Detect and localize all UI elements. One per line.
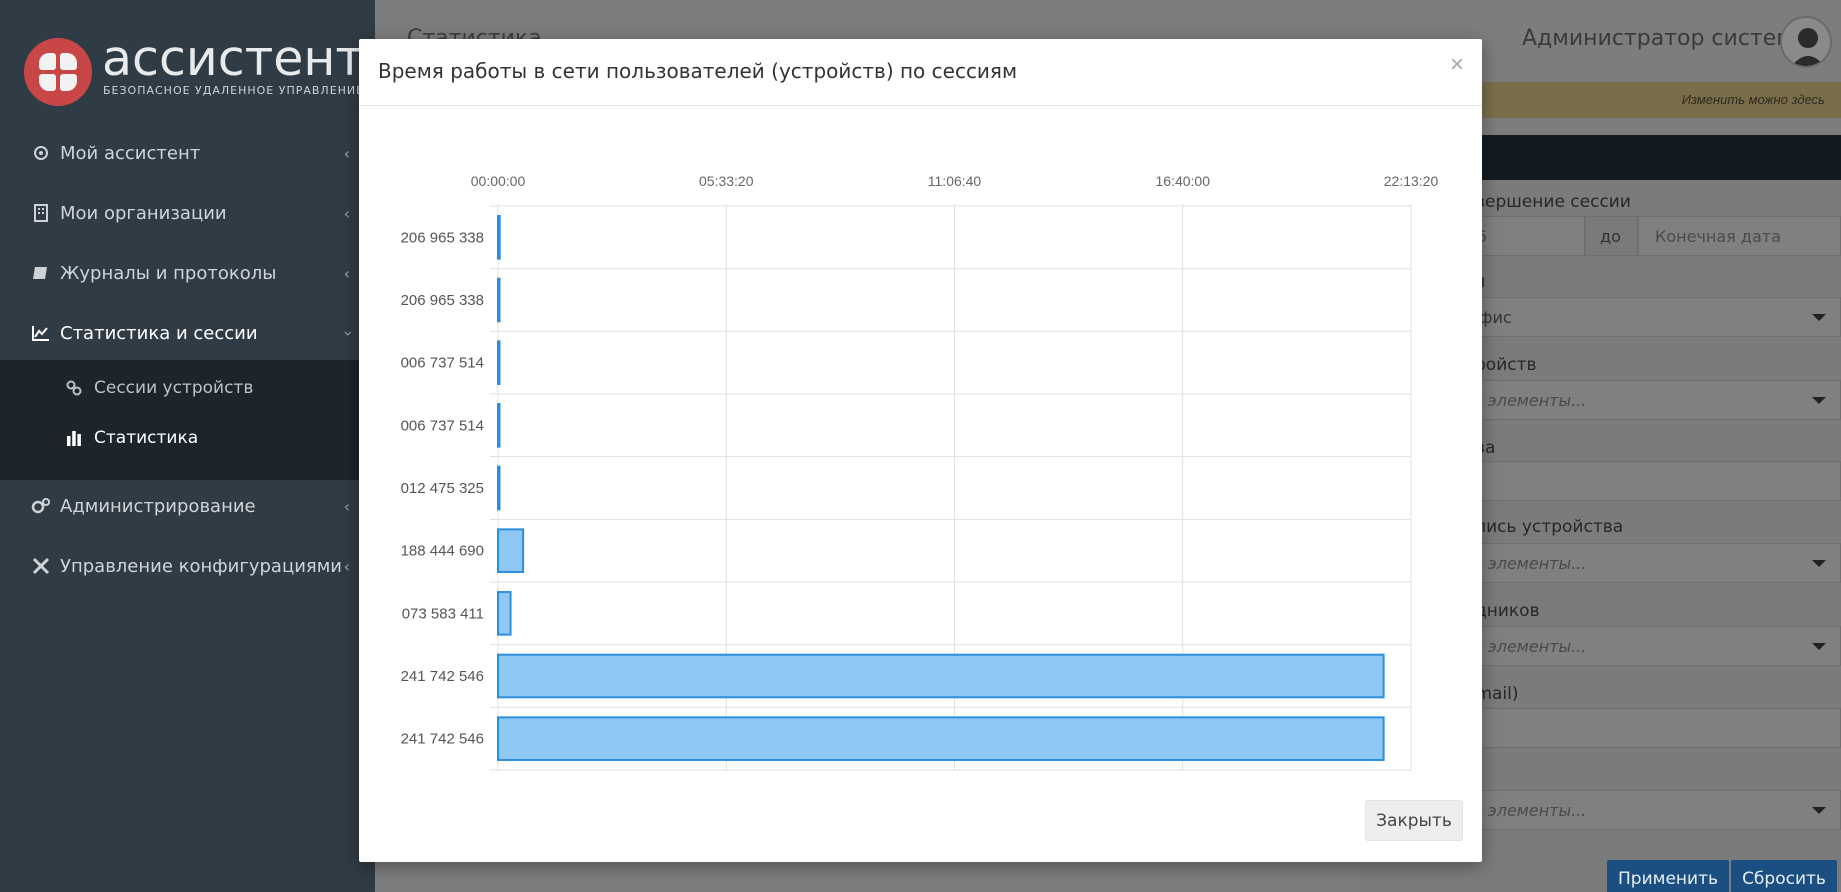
y-category-label: 012 475 325 [401, 480, 484, 497]
chart-bar [497, 465, 501, 511]
y-category-label: 206 965 338 [401, 292, 484, 309]
filter-label-session-end: вершение сессии [1475, 192, 1631, 212]
x-tick-label: 22:13:20 [1384, 173, 1439, 189]
chevron-down-icon [1812, 397, 1826, 404]
user-name[interactable]: Администратор системы [1522, 26, 1810, 51]
avatar[interactable] [1780, 16, 1832, 68]
device-record-select[interactable]: е элементы... [1430, 543, 1841, 583]
session-duration-chart: 00:00:00 05:33:20 11:06:40 16:40:00 22:13:20… [401, 173, 1439, 771]
logo-subtitle: БЕЗОПАСНОЕ УДАЛЕННОЕ УПРАВЛЕНИЕ [103, 84, 365, 97]
logo-mark-icon [24, 38, 92, 106]
gear-icon [30, 142, 52, 164]
sidebar-subitem-statistics[interactable]: Статистика [66, 423, 198, 453]
x-tick-label: 05:33:20 [699, 173, 754, 189]
close-icon[interactable]: × [1450, 53, 1464, 77]
notice-bar: Изменить можно здесь [1480, 82, 1841, 118]
x-tick-label: 16:40:00 [1156, 173, 1211, 189]
modal-title: Время работы в сети пользователей (устро… [378, 59, 1018, 83]
chart-bar [497, 716, 1385, 761]
filter-label: ройств [1475, 355, 1537, 375]
office-select[interactable]: офис [1430, 297, 1841, 337]
y-category-label: 241 742 546 [401, 731, 484, 748]
sidebar-item-label: Журналы и протоколы [60, 262, 277, 284]
chevron-left-icon: ‹ [343, 263, 350, 283]
filter-label: пись устройства [1475, 517, 1624, 537]
sidebar-item-my-assistant[interactable]: Мой ассистент ‹ [30, 133, 350, 173]
bar-chart-icon [66, 430, 86, 446]
chart-container: 00:00:00 05:33:20 11:06:40 16:40:00 22:13:20… [359, 106, 1482, 776]
sidebar-item-label: Статистика и сессии [60, 322, 258, 344]
y-category-label: 006 737 514 [401, 355, 484, 372]
logo[interactable]: ассистент БЕЗОПАСНОЕ УДАЛЕННОЕ УПРАВЛЕНИ… [24, 30, 365, 106]
y-category-label: 073 583 411 [402, 605, 484, 622]
sidebar-item-administration[interactable]: Администрирование ‹ [30, 486, 350, 526]
statistics-modal: Время работы в сети пользователей (устро… [359, 39, 1482, 862]
chevron-down-icon [1812, 314, 1826, 321]
chevron-left-icon: ‹ [343, 496, 350, 516]
y-category-label: 241 742 546 [401, 668, 484, 685]
chart-bar [497, 528, 525, 573]
sidebar: ассистент БЕЗОПАСНОЕ УДАЛЕННОЕ УПРАВЛЕНИ… [0, 0, 375, 892]
chart-bar [497, 653, 1385, 699]
book-icon [30, 262, 52, 284]
sidebar-item-configuration[interactable]: Управление конфигурациями ‹ [30, 546, 350, 586]
devices-select[interactable]: е элементы... [1430, 380, 1841, 420]
text-input[interactable] [1430, 461, 1841, 501]
chevron-left-icon: ‹ [343, 143, 350, 163]
x-tick-label: 11:06:40 [928, 173, 982, 189]
chart-bar [497, 277, 501, 323]
chevron-down-icon: ‹ [337, 329, 357, 337]
chart-line-icon [30, 322, 52, 344]
sidebar-item-label: Управление конфигурациями [60, 555, 343, 577]
notice-text[interactable]: Изменить можно здесь [1682, 92, 1825, 107]
sidebar-item-label: Мой ассистент [60, 142, 201, 164]
x-tick-label: 00:00:00 [471, 173, 526, 189]
sidebar-item-label: Мои организации [60, 202, 227, 224]
chart-bar [497, 403, 501, 448]
chevron-left-icon: ‹ [343, 203, 350, 223]
apply-button[interactable]: Применить [1607, 860, 1729, 892]
building-icon [30, 202, 52, 224]
tools-icon [30, 555, 52, 577]
date-to-addon: до [1585, 216, 1638, 256]
date-end-input[interactable]: Конечная дата [1638, 216, 1841, 256]
y-category-label: 188 444 690 [401, 543, 484, 560]
logo-title: ассистент [102, 30, 364, 87]
modal-header: Время работы в сети пользователей (устро… [359, 39, 1482, 106]
y-category-label: 206 965 338 [401, 229, 484, 246]
chevron-down-icon [1812, 560, 1826, 567]
close-button[interactable]: Закрыть [1365, 800, 1463, 841]
gears-icon [30, 495, 52, 517]
sidebar-item-label: Администрирование [60, 495, 256, 517]
sidebar-subitem-label: Статистика [94, 428, 199, 448]
chevron-left-icon: ‹ [343, 556, 350, 576]
chart-bar [497, 591, 512, 636]
employees-select[interactable]: е элементы... [1430, 626, 1841, 666]
chart-bar [497, 215, 501, 260]
bottom-select[interactable]: е элементы... [1430, 790, 1841, 830]
filter-label: дников [1475, 601, 1540, 621]
reset-button[interactable]: Сбросить [1731, 860, 1837, 892]
sidebar-item-journals[interactable]: Журналы и протоколы ‹ [30, 253, 350, 293]
sidebar-item-my-organizations[interactable]: Мои организации ‹ [30, 193, 350, 233]
y-category-label: 006 737 514 [401, 417, 484, 434]
email-input[interactable] [1430, 708, 1841, 748]
sidebar-item-statistics-sessions[interactable]: Статистика и сессии ‹ [30, 313, 356, 353]
link-icon [66, 380, 86, 396]
sidebar-subitem-device-sessions[interactable]: Сессии устройств [66, 373, 253, 403]
chevron-down-icon [1812, 807, 1826, 814]
sidebar-subitem-label: Сессии устройств [94, 378, 254, 398]
chevron-down-icon [1812, 643, 1826, 650]
chart-bar [497, 340, 501, 385]
